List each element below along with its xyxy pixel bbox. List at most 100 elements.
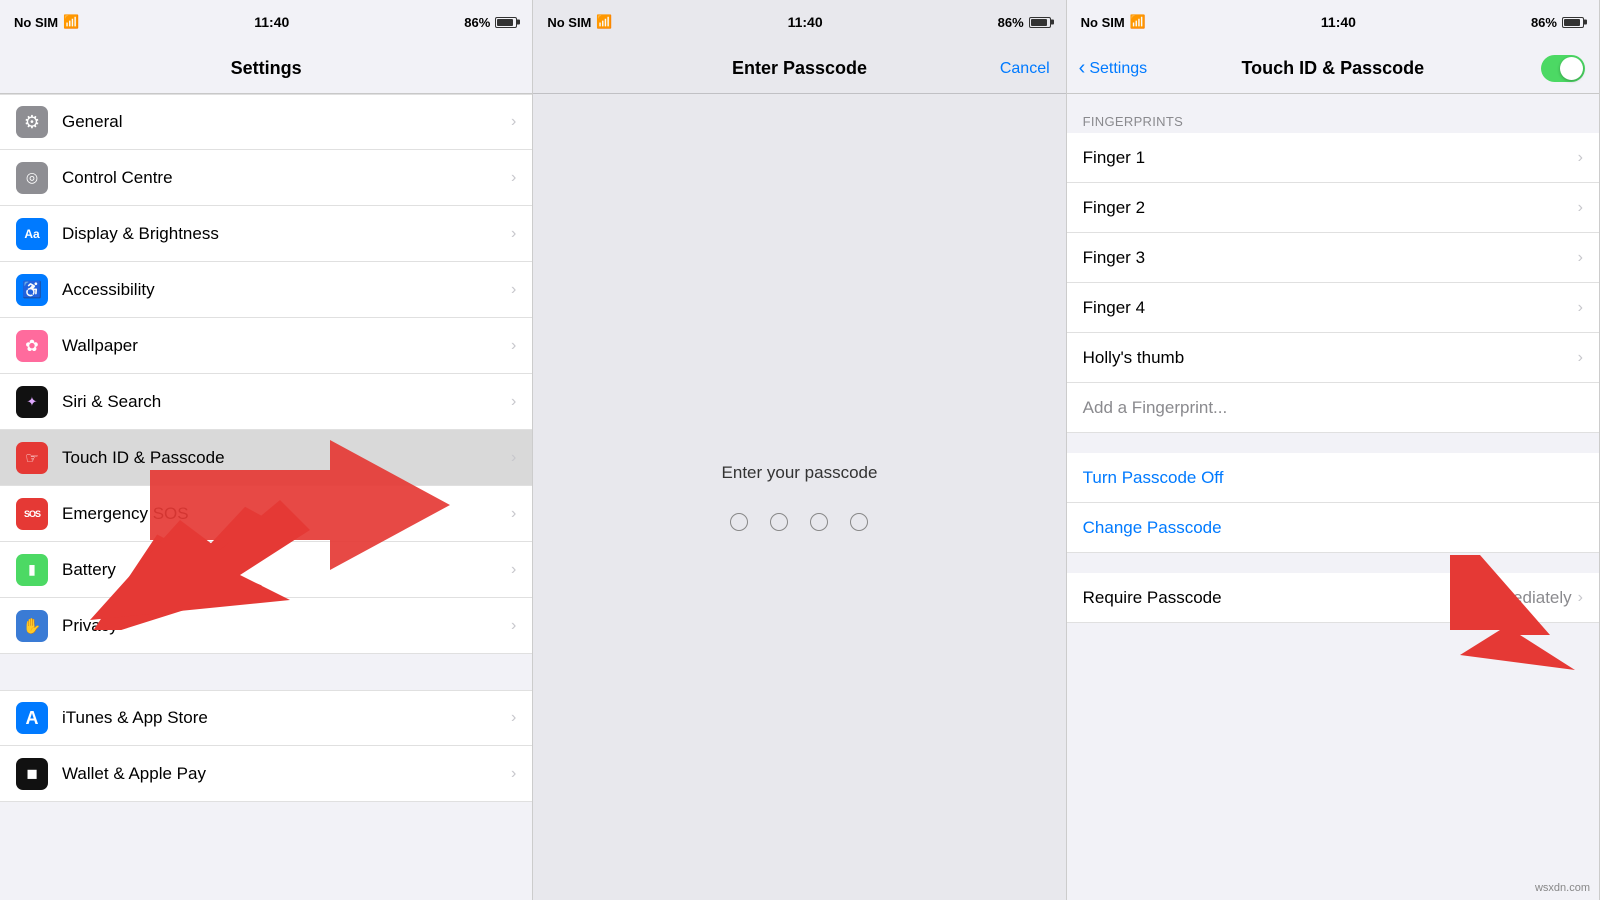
- watermark: wsxdn.com: [1535, 882, 1590, 894]
- wallet-icon: ◼: [16, 758, 48, 790]
- battery-chevron: ›: [511, 561, 516, 579]
- battery-icon-row: ▮: [16, 554, 48, 586]
- touchid-panel: No SIM 📶 11:40 86% ‹ Settings Touch ID &…: [1067, 0, 1600, 900]
- privacy-chevron: ›: [511, 617, 516, 635]
- settings-title: Settings: [231, 58, 302, 79]
- battery-pct-1: 86%: [464, 15, 490, 30]
- add-fingerprint-label: Add a Fingerprint...: [1083, 398, 1583, 418]
- settings-panel: No SIM 📶 11:40 86% Settings ⚙ General ›: [0, 0, 533, 900]
- battery-pct-3: 86%: [1531, 15, 1557, 30]
- settings-row-wallet[interactable]: ◼ Wallet & Apple Pay ›: [0, 746, 532, 802]
- finger2-row[interactable]: Finger 2 ›: [1067, 183, 1599, 233]
- panel-settings: No SIM 📶 11:40 86% Settings ⚙ General ›: [0, 0, 533, 900]
- general-chevron: ›: [511, 113, 516, 131]
- status-right-2: 86%: [998, 15, 1052, 30]
- battery-label: Battery: [62, 560, 511, 580]
- settings-row-emergency[interactable]: SOS Emergency SOS ›: [0, 486, 532, 542]
- passcode-panel: No SIM 📶 11:40 86% Enter Passcode Cancel…: [533, 0, 1066, 900]
- fingerprints-header: FINGERPRINTS: [1067, 106, 1599, 133]
- status-left-3: No SIM 📶: [1081, 14, 1146, 30]
- finger3-chevron: ›: [1578, 249, 1583, 267]
- itunes-icon: A: [16, 702, 48, 734]
- add-fingerprint-row[interactable]: Add a Fingerprint...: [1067, 383, 1599, 433]
- change-passcode-label: Change Passcode: [1083, 518, 1583, 538]
- finger2-label: Finger 2: [1083, 198, 1578, 218]
- passcode-prompt: Enter your passcode: [722, 463, 878, 483]
- touchid-icon: ☞: [16, 442, 48, 474]
- finger2-chevron: ›: [1578, 199, 1583, 217]
- settings-list: ⚙ General › ◎ Control Centre › Aa Displa…: [0, 94, 532, 900]
- panel-passcode-wrapper: No SIM 📶 11:40 86% Enter Passcode Cancel…: [533, 0, 1066, 900]
- finger1-chevron: ›: [1578, 149, 1583, 167]
- battery-icon-2: [1029, 17, 1052, 28]
- turn-passcode-off-label: Turn Passcode Off: [1083, 468, 1583, 488]
- status-right-3: 86%: [1531, 15, 1585, 30]
- touchid-toggle[interactable]: [1541, 55, 1585, 82]
- carrier-3: No SIM: [1081, 15, 1125, 30]
- display-chevron: ›: [511, 225, 516, 243]
- passcode-dots: [730, 513, 868, 531]
- wifi-icon-2: 📶: [596, 14, 612, 30]
- settings-row-itunes[interactable]: A iTunes & App Store ›: [0, 690, 532, 746]
- status-left-1: No SIM 📶: [14, 14, 79, 30]
- status-bar-3: No SIM 📶 11:40 86%: [1067, 0, 1599, 44]
- passcode-dot-3: [810, 513, 828, 531]
- panel-touchid-wrapper: No SIM 📶 11:40 86% ‹ Settings Touch ID &…: [1067, 0, 1600, 900]
- emergency-chevron: ›: [511, 505, 516, 523]
- settings-row-display[interactable]: Aa Display & Brightness ›: [0, 206, 532, 262]
- gap-1: [1067, 94, 1599, 106]
- privacy-icon: ✋: [16, 610, 48, 642]
- wallet-label: Wallet & Apple Pay: [62, 764, 511, 784]
- siri-chevron: ›: [511, 393, 516, 411]
- settings-row-siri[interactable]: ✦ Siri & Search ›: [0, 374, 532, 430]
- itunes-label: iTunes & App Store: [62, 708, 511, 728]
- require-passcode-row[interactable]: Require Passcode Immediately ›: [1067, 573, 1599, 623]
- status-right-1: 86%: [464, 15, 518, 30]
- passcode-title: Enter Passcode: [732, 58, 867, 79]
- settings-section-2: A iTunes & App Store › ◼ Wallet & Apple …: [0, 690, 532, 802]
- time-label-2: 11:40: [788, 14, 823, 30]
- settings-row-touchid[interactable]: ☞ Touch ID & Passcode ›: [0, 430, 532, 486]
- control-centre-chevron: ›: [511, 169, 516, 187]
- hollys-thumb-row[interactable]: Holly's thumb ›: [1067, 333, 1599, 383]
- hollys-thumb-chevron: ›: [1578, 349, 1583, 367]
- touchid-nav-bar: ‹ Settings Touch ID & Passcode: [1067, 44, 1599, 94]
- settings-row-accessibility[interactable]: ♿ Accessibility ›: [0, 262, 532, 318]
- wallpaper-label: Wallpaper: [62, 336, 511, 356]
- settings-row-privacy[interactable]: ✋ Privacy ›: [0, 598, 532, 654]
- passcode-dot-1: [730, 513, 748, 531]
- accessibility-icon: ♿: [16, 274, 48, 306]
- finger1-row[interactable]: Finger 1 ›: [1067, 133, 1599, 183]
- turn-passcode-off-row[interactable]: Turn Passcode Off: [1067, 453, 1599, 503]
- settings-row-general[interactable]: ⚙ General ›: [0, 94, 532, 150]
- siri-label: Siri & Search: [62, 392, 511, 412]
- status-bar-2: No SIM 📶 11:40 86%: [533, 0, 1065, 44]
- settings-nav-bar: Settings: [0, 44, 532, 94]
- passcode-dot-4: [850, 513, 868, 531]
- wallet-chevron: ›: [511, 765, 516, 783]
- touchid-chevron: ›: [511, 449, 516, 467]
- finger1-label: Finger 1: [1083, 148, 1578, 168]
- control-centre-label: Control Centre: [62, 168, 511, 188]
- require-passcode-chevron: ›: [1578, 589, 1583, 607]
- battery-icon-1: [495, 17, 518, 28]
- cancel-button[interactable]: Cancel: [1000, 60, 1050, 78]
- hollys-thumb-label: Holly's thumb: [1083, 348, 1578, 368]
- change-passcode-row[interactable]: Change Passcode: [1067, 503, 1599, 553]
- finger4-row[interactable]: Finger 4 ›: [1067, 283, 1599, 333]
- touchid-label: Touch ID & Passcode: [62, 448, 511, 468]
- control-centre-icon: ◎: [16, 162, 48, 194]
- settings-row-wallpaper[interactable]: ✿ Wallpaper ›: [0, 318, 532, 374]
- finger3-row[interactable]: Finger 3 ›: [1067, 233, 1599, 283]
- battery-icon-3: [1562, 17, 1585, 28]
- touchid-page-title: Touch ID & Passcode: [1241, 58, 1424, 79]
- general-label: General: [62, 112, 511, 132]
- itunes-chevron: ›: [511, 709, 516, 727]
- back-button[interactable]: ‹ Settings: [1079, 57, 1147, 80]
- finger4-chevron: ›: [1578, 299, 1583, 317]
- wifi-icon: 📶: [63, 14, 79, 30]
- settings-row-battery[interactable]: ▮ Battery ›: [0, 542, 532, 598]
- wifi-icon-3: 📶: [1130, 14, 1146, 30]
- settings-row-control-centre[interactable]: ◎ Control Centre ›: [0, 150, 532, 206]
- require-passcode-label: Require Passcode: [1083, 588, 1480, 608]
